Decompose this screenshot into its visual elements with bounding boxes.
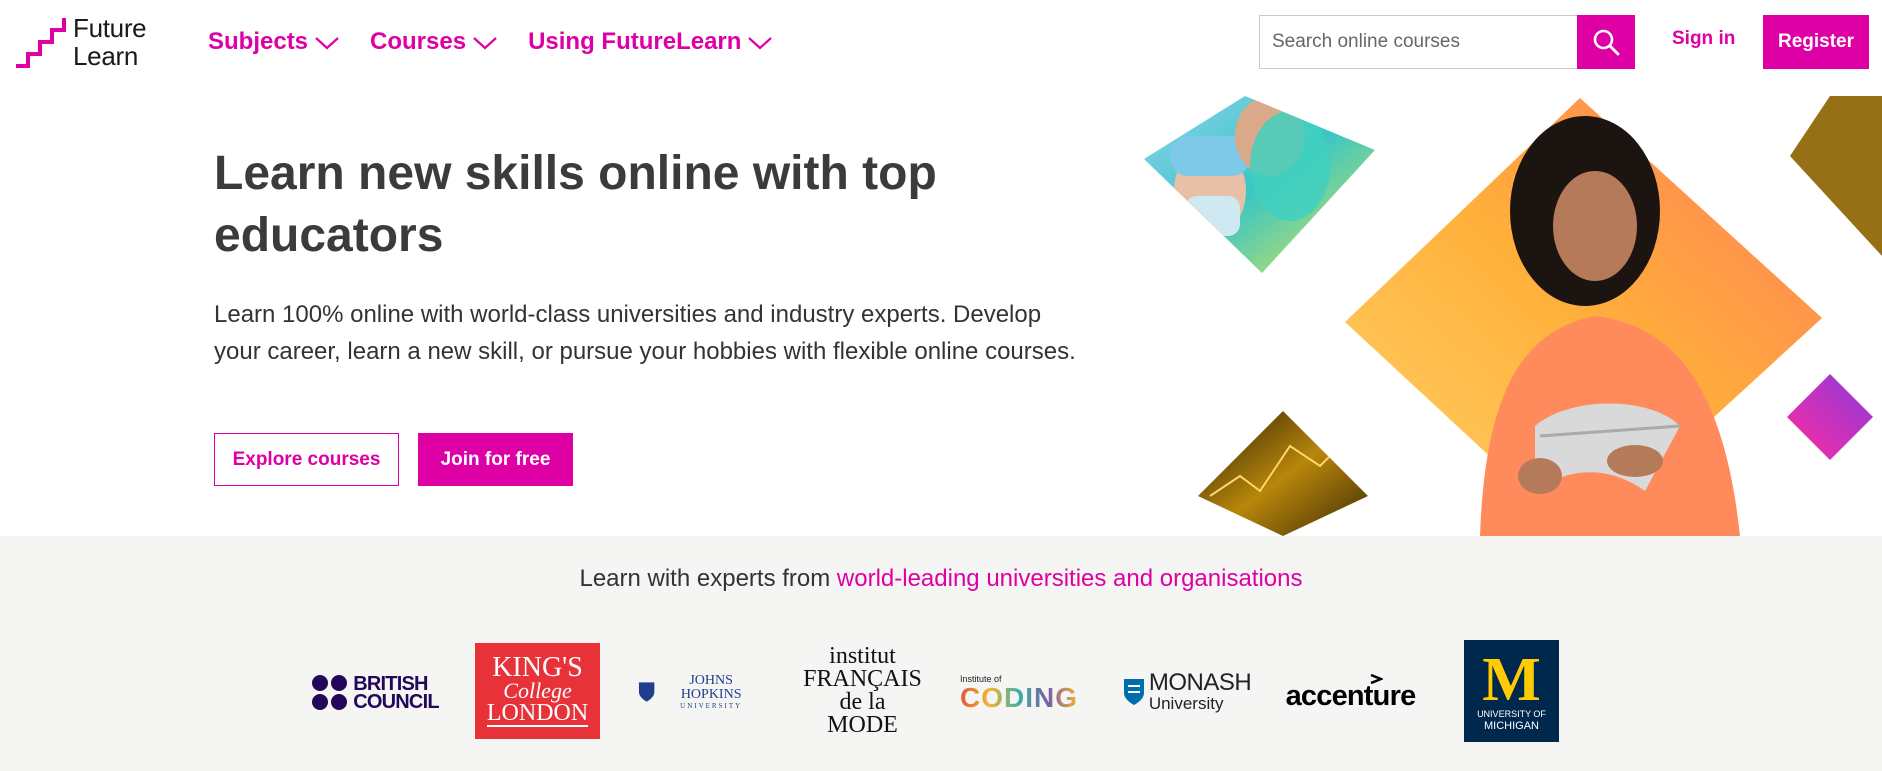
site-header: Future Learn Subjects Courses Using Futu… — [0, 0, 1882, 96]
monash-crest-icon — [1123, 679, 1144, 705]
logo-wordmark: Future Learn — [73, 13, 147, 71]
stairs-logo-icon — [16, 18, 66, 68]
explore-courses-button[interactable]: Explore courses — [214, 433, 399, 486]
monash-line1: MONASH — [1148, 669, 1252, 696]
ifm-line3: de la — [839, 689, 886, 715]
british-council-line2: COUNCIL — [353, 691, 439, 713]
futurelearn-logo[interactable]: Future Learn — [14, 14, 164, 74]
accenture-logo[interactable]: accenture — [1283, 668, 1418, 718]
search-button[interactable] — [1577, 15, 1635, 69]
hero-illustration — [1140, 96, 1882, 536]
johns-hopkins-shield-icon — [638, 682, 655, 702]
ifm-line1: institut — [829, 643, 896, 669]
search-bar — [1259, 15, 1635, 69]
jhu-line1: JOHNS HOPKINS — [680, 672, 742, 702]
nav-using-futurelearn[interactable]: Using FutureLearn — [528, 22, 773, 62]
michigan-block-m: M — [1482, 645, 1541, 714]
ioc-line2: CODING — [960, 682, 1078, 713]
nav-using-futurelearn-label: Using FutureLearn — [528, 28, 742, 55]
ifm-line2: FRANÇAIS — [803, 666, 922, 692]
partners-heading-prefix: Learn with experts from — [579, 565, 837, 592]
university-of-michigan-logo[interactable]: M UNIVERSITY OF MICHIGAN — [1464, 640, 1559, 742]
johns-hopkins-logo[interactable]: JOHNS HOPKINS UNIVERSITY — [638, 670, 763, 714]
sign-in-link[interactable]: Sign in — [1672, 28, 1735, 50]
main-nav: Subjects Courses Using FutureLearn — [208, 22, 773, 62]
partners-heading: Learn with experts from world-leading un… — [0, 565, 1882, 593]
british-council-logo[interactable]: BRITISH COUNCIL — [310, 668, 440, 718]
nav-courses[interactable]: Courses — [370, 22, 498, 62]
nav-subjects[interactable]: Subjects — [208, 22, 340, 62]
chevron-down-icon — [748, 37, 773, 50]
monash-university-logo[interactable]: MONASH University — [1122, 666, 1252, 718]
chevron-down-icon — [473, 37, 497, 50]
nav-subjects-label: Subjects — [208, 28, 309, 55]
register-button[interactable]: Register — [1763, 15, 1869, 69]
institute-of-coding-logo[interactable]: Institute of CODING — [960, 668, 1090, 718]
search-input[interactable] — [1259, 15, 1577, 69]
search-icon — [1593, 29, 1620, 56]
british-council-dots-icon — [312, 675, 348, 710]
accenture-text: accenture — [1285, 679, 1417, 712]
nav-courses-label: Courses — [370, 28, 467, 55]
monash-line2: University — [1148, 694, 1224, 713]
kings-line2: College — [503, 678, 572, 703]
michigan-line2: UNIVERSITY OF — [1477, 708, 1546, 719]
jhu-line2: UNIVERSITY — [680, 701, 743, 710]
ifm-logo[interactable]: institut FRANÇAIS de la MODE — [795, 643, 930, 739]
ifm-line4: MODE — [827, 712, 898, 738]
partner-logos: BRITISH COUNCIL KING'S College LONDON JO… — [0, 638, 1882, 748]
partners-link[interactable]: world-leading universities and organisat… — [837, 565, 1303, 592]
michigan-line3: MICHIGAN — [1484, 719, 1539, 732]
join-for-free-button[interactable]: Join for free — [418, 433, 573, 486]
hero-collage-image — [1144, 96, 1882, 536]
kings-line3: LONDON — [486, 700, 589, 727]
hero-title: Learn new skills online with top educato… — [214, 147, 937, 262]
chevron-down-icon — [315, 37, 339, 50]
kings-college-london-logo[interactable]: KING'S College LONDON — [475, 643, 600, 739]
hero-description: Learn 100% online with world-class unive… — [214, 301, 1076, 365]
